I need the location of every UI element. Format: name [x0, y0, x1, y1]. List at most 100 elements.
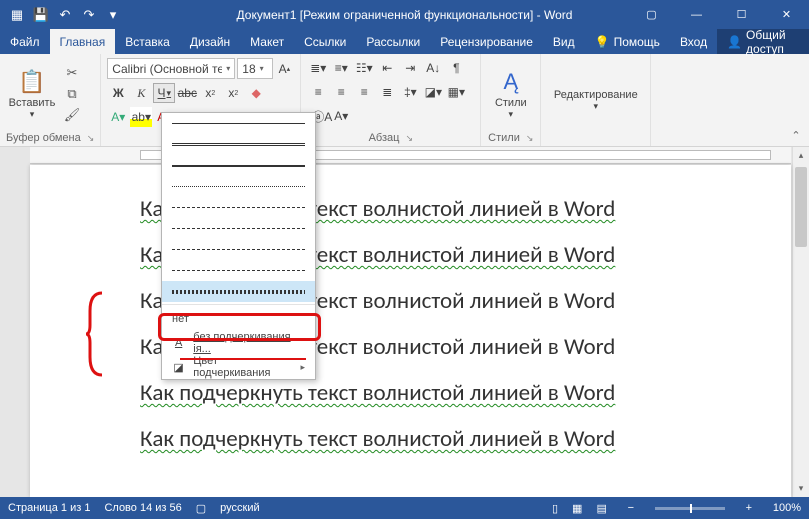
underline-style-thick[interactable]: [162, 155, 315, 176]
grow-font-button[interactable]: A▴: [275, 59, 295, 79]
zoom-out-button[interactable]: −: [621, 502, 641, 514]
styles-launcher[interactable]: ↘: [526, 133, 534, 144]
save-button[interactable]: 💾: [30, 4, 52, 26]
show-marks-button[interactable]: ¶: [445, 58, 467, 78]
underline-style-dash-long[interactable]: [162, 218, 315, 239]
strikethrough-button[interactable]: abc: [176, 83, 198, 103]
horizontal-ruler[interactable]: [30, 147, 791, 164]
clipboard-launcher[interactable]: ↘: [87, 133, 95, 144]
numbering-button[interactable]: ≡▾: [330, 58, 352, 78]
view-print-button[interactable]: ▦: [572, 502, 582, 515]
tab-insert[interactable]: Вставка: [115, 29, 180, 54]
zoom-level[interactable]: 100%: [773, 502, 801, 514]
view-web-button[interactable]: ▤: [596, 502, 606, 515]
tab-help[interactable]: 💡 Помощь: [585, 29, 670, 54]
cut-button[interactable]: ✂: [62, 64, 82, 82]
share-button[interactable]: 👤 Общий доступ: [717, 29, 809, 54]
status-page[interactable]: Страница 1 из 1: [8, 502, 90, 514]
text-line[interactable]: Как подчеркнуть текст волнистой линией в…: [140, 379, 681, 407]
underline-style-single[interactable]: [162, 113, 315, 134]
shading-button[interactable]: ◪▾: [422, 82, 444, 102]
decrease-indent-button[interactable]: ⇤: [376, 58, 398, 78]
view-read-button[interactable]: ▯: [552, 502, 558, 515]
text-effects-button[interactable]: A▾: [107, 107, 129, 127]
group-clipboard-label: Буфер обмена: [6, 132, 81, 144]
underline-none[interactable]: нет: [162, 307, 315, 331]
scroll-up-button[interactable]: ▴: [793, 147, 809, 164]
collapse-ribbon-button[interactable]: ⌃: [791, 129, 800, 142]
underline-color-label: Цвет подчеркивания: [193, 355, 292, 379]
tab-view[interactable]: Вид: [543, 29, 585, 54]
underline-style-dashed[interactable]: [162, 197, 315, 218]
font-name-combo[interactable]: Calibri (Основной тек▾: [107, 58, 235, 79]
window-title: Документ1 [Режим ограниченной функционал…: [237, 8, 573, 22]
highlight-button[interactable]: ab▾: [130, 107, 152, 127]
superscript-button[interactable]: x2: [222, 83, 244, 103]
tab-file[interactable]: Файл: [0, 29, 50, 54]
maximize-button[interactable]: ☐: [719, 0, 764, 29]
line-spacing-button[interactable]: ‡▾: [399, 82, 421, 102]
underline-style-dot-dot-dash[interactable]: [162, 260, 315, 281]
underline-button[interactable]: Ч▾: [153, 83, 175, 103]
status-bar: Страница 1 из 1 Слово 14 из 56 ▢ русский…: [0, 497, 809, 519]
document-page[interactable]: Как подчеркнуть текст волнистой линией в…: [30, 165, 791, 497]
align-right-button[interactable]: ≡: [353, 82, 375, 102]
word-icon: ▦: [6, 4, 28, 26]
ribbon-options-button[interactable]: ▢: [629, 0, 674, 29]
format-painter-button[interactable]: 🖌: [62, 106, 82, 124]
group-styles-label: Стили: [488, 132, 520, 144]
tab-mailings[interactable]: Рассылки: [356, 29, 430, 54]
tab-design[interactable]: Дизайн: [180, 29, 240, 54]
align-left-button[interactable]: ≡: [307, 82, 329, 102]
editing-button[interactable]: Редактирование ▾: [547, 58, 644, 142]
paste-button[interactable]: 📋 Вставить ▾: [6, 58, 58, 130]
justify-button[interactable]: ≣: [376, 82, 398, 102]
increase-indent-button[interactable]: ⇥: [399, 58, 421, 78]
underline-style-double[interactable]: [162, 134, 315, 155]
group-styles: Ą Стили ▾ Стили ↘: [481, 54, 541, 146]
copy-button[interactable]: ⧉: [62, 85, 82, 103]
signin-button[interactable]: Вход: [670, 29, 717, 54]
text-line[interactable]: Как подчеркнуть текст волнистой линией в…: [140, 425, 681, 453]
redo-button[interactable]: ↷: [78, 4, 100, 26]
bold-button[interactable]: Ж: [107, 83, 129, 103]
zoom-in-button[interactable]: +: [739, 502, 759, 514]
underline-none-label: нет: [172, 313, 189, 325]
bullets-button[interactable]: ≣▾: [307, 58, 329, 78]
tab-layout[interactable]: Макет: [240, 29, 294, 54]
scroll-thumb[interactable]: [795, 167, 807, 247]
underline-style-dotted[interactable]: [162, 176, 315, 197]
status-language[interactable]: русский: [220, 502, 259, 514]
zoom-slider[interactable]: [655, 507, 725, 510]
editing-label: Редактирование: [554, 89, 638, 101]
scroll-down-button[interactable]: ▾: [793, 480, 809, 497]
paragraph-launcher[interactable]: ↘: [405, 133, 413, 144]
tab-references[interactable]: Ссылки: [294, 29, 356, 54]
status-proofing-icon[interactable]: ▢: [196, 502, 206, 515]
vertical-scrollbar[interactable]: ▴ ▾: [792, 147, 809, 497]
color-swatch-icon: ◪: [172, 361, 185, 374]
underline-menu: нет Aбез подчеркивания ія... ◪ Цвет подче…: [161, 112, 316, 380]
underline-style-dot-dash[interactable]: [162, 239, 315, 260]
minimize-button[interactable]: —: [674, 0, 719, 29]
tab-home[interactable]: Главная: [50, 29, 116, 54]
close-button[interactable]: ✕: [764, 0, 809, 29]
asian-layout-button[interactable]: A▾: [330, 106, 352, 126]
align-center-button[interactable]: ≡: [330, 82, 352, 102]
italic-button[interactable]: К: [130, 83, 152, 103]
tab-review[interactable]: Рецензирование: [430, 29, 543, 54]
qat-customize[interactable]: ▾: [102, 4, 124, 26]
underline-color[interactable]: ◪Цвет подчеркивания▸: [162, 355, 315, 379]
underline-more-styles[interactable]: Aбез подчеркивания ія...: [162, 331, 315, 355]
sort-button[interactable]: A↓: [422, 58, 444, 78]
clear-formatting-button[interactable]: ◆: [245, 83, 267, 103]
multilevel-button[interactable]: ☷▾: [353, 58, 375, 78]
underline-style-wavy[interactable]: [162, 281, 315, 302]
subscript-button[interactable]: x2: [199, 83, 221, 103]
borders-button[interactable]: ▦▾: [445, 82, 467, 102]
status-words[interactable]: Слово 14 из 56: [104, 502, 181, 514]
styles-button[interactable]: Ą Стили ▾: [487, 58, 534, 130]
undo-button[interactable]: ↶: [54, 4, 76, 26]
font-size-combo[interactable]: 18▾: [237, 58, 272, 79]
ribbon: 📋 Вставить ▾ ✂ ⧉ 🖌 Буфер обмена ↘ Calibr…: [0, 54, 809, 147]
